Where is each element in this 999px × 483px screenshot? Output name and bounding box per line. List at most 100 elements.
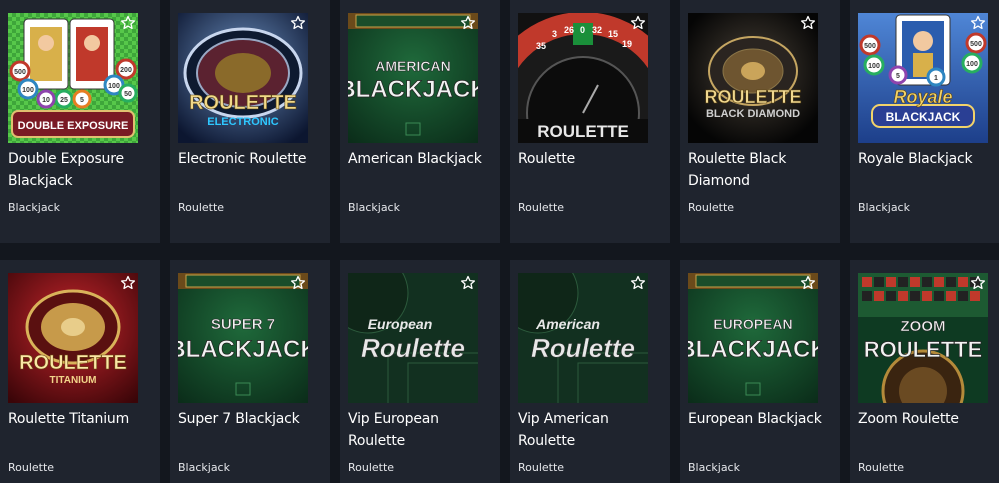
favorite-star-icon[interactable] (120, 275, 136, 291)
game-title[interactable]: American Blackjack (348, 148, 488, 170)
game-thumbnail[interactable]: SUPER 7 BLACKJACK (178, 273, 308, 403)
chip-value: 5 (896, 73, 900, 80)
game-category: Blackjack (348, 201, 400, 214)
game-thumbnail[interactable]: 35 3 26 0 32 15 19 ROULETTE (518, 13, 648, 143)
electronic-roulette-art: ROULETTE ELECTRONIC (178, 13, 308, 143)
chip-value: 500 (970, 41, 982, 48)
game-card-electronic-roulette[interactable]: ROULETTE ELECTRONIC Electronic Roulette … (170, 0, 330, 243)
art-title: DOUBLE EXPOSURE (18, 120, 129, 132)
game-category: Roulette (858, 461, 905, 474)
game-title[interactable]: Roulette Titanium (8, 408, 148, 430)
chip-value: 100 (966, 61, 978, 68)
game-title[interactable]: Zoom Roulette (858, 408, 998, 430)
art-subtitle: BLACK DIAMOND (706, 108, 800, 120)
chip-value: 200 (120, 67, 132, 74)
game-card-zoom-roulette[interactable]: ZOOM ROULETTE Zoom Roulette Roulette (850, 260, 999, 483)
art-title: ROULETTE (705, 87, 802, 107)
art-title: ROULETTE (19, 352, 127, 374)
game-thumbnail[interactable]: ROULETTE BLACK DIAMOND (688, 13, 818, 143)
wheel-number: 15 (608, 29, 618, 39)
game-thumbnail[interactable]: European Roulette (348, 273, 478, 403)
game-thumbnail[interactable]: 500 100 25 10 5 200 100 50 DOUBLE EXPOSU… (8, 13, 138, 143)
game-thumbnail[interactable]: ZOOM ROULETTE (858, 273, 988, 403)
game-thumbnail[interactable]: AMERICAN BLACKJACK (348, 13, 478, 143)
game-category: Blackjack (8, 201, 60, 214)
roulette-black-diamond-art: ROULETTE BLACK DIAMOND (688, 13, 818, 143)
game-title[interactable]: Royale Blackjack (858, 148, 998, 170)
game-category: Roulette (688, 201, 735, 214)
favorite-star-icon[interactable] (630, 275, 646, 291)
wheel-number: 19 (622, 39, 632, 49)
game-card-royale-blackjack[interactable]: 500 100 5 1 500 100 Royale BLACKJACK Roy… (850, 0, 999, 243)
game-card-roulette-titanium[interactable]: ROULETTE TITANIUM Roulette Titanium Roul… (0, 260, 160, 483)
super-7-blackjack-art: SUPER 7 BLACKJACK (178, 273, 308, 403)
game-title[interactable]: Electronic Roulette (178, 148, 318, 170)
european-blackjack-art: EUROPEAN BLACKJACK (688, 273, 818, 403)
favorite-star-icon[interactable] (800, 15, 816, 31)
favorite-star-icon[interactable] (970, 275, 986, 291)
favorite-star-icon[interactable] (460, 15, 476, 31)
game-category: Blackjack (178, 461, 230, 474)
vip-european-roulette-art: European Roulette (348, 273, 478, 403)
chip-value: 1 (934, 75, 938, 82)
favorite-star-icon[interactable] (460, 275, 476, 291)
art-title: SUPER 7 (211, 316, 275, 333)
art-subtitle: ELECTRONIC (207, 116, 279, 128)
game-title[interactable]: Roulette (518, 148, 658, 170)
game-title[interactable]: Vip European Roulette (348, 408, 488, 452)
game-title[interactable]: Vip American Roulette (518, 408, 658, 452)
favorite-star-icon[interactable] (800, 275, 816, 291)
art-subtitle: BLACKJACK (688, 336, 818, 363)
game-category: Roulette (8, 461, 55, 474)
art-subtitle: ROULETTE (864, 337, 983, 362)
american-blackjack-art: AMERICAN BLACKJACK (348, 13, 478, 143)
art-title: ROULETTE (537, 122, 629, 141)
game-title[interactable]: Super 7 Blackjack (178, 408, 318, 430)
favorite-star-icon[interactable] (970, 15, 986, 31)
art-subtitle: TITANIUM (49, 375, 96, 386)
game-card-roulette-black-diamond[interactable]: ROULETTE BLACK DIAMOND Roulette Black Di… (680, 0, 840, 243)
favorite-star-icon[interactable] (630, 15, 646, 31)
chip-value: 50 (124, 91, 132, 98)
game-card-american-blackjack[interactable]: AMERICAN BLACKJACK American Blackjack Bl… (340, 0, 500, 243)
roulette-art: 35 3 26 0 32 15 19 ROULETTE (518, 13, 648, 143)
art-title: ZOOM (901, 318, 946, 335)
game-thumbnail[interactable]: 500 100 5 1 500 100 Royale BLACKJACK (858, 13, 988, 143)
game-thumbnail[interactable]: ROULETTE TITANIUM (8, 273, 138, 403)
art-title: Royale (893, 87, 952, 107)
game-card-european-blackjack[interactable]: EUROPEAN BLACKJACK European Blackjack Bl… (680, 260, 840, 483)
game-thumbnail[interactable]: American Roulette (518, 273, 648, 403)
wheel-number: 35 (536, 41, 546, 51)
game-thumbnail[interactable]: ROULETTE ELECTRONIC (178, 13, 308, 143)
wheel-number: 0 (580, 25, 585, 35)
game-title[interactable]: Double Exposure Blackjack (8, 148, 148, 192)
art-title: European (368, 316, 433, 332)
game-thumbnail[interactable]: EUROPEAN BLACKJACK (688, 273, 818, 403)
chip-value: 100 (868, 63, 880, 70)
chip-value: 500 (864, 43, 876, 50)
game-category: Roulette (518, 201, 565, 214)
game-card-roulette[interactable]: 35 3 26 0 32 15 19 ROULETTE Roulette Rou… (510, 0, 670, 243)
art-title: American (535, 316, 600, 332)
game-category: Roulette (178, 201, 225, 214)
game-category: Roulette (518, 461, 565, 474)
art-title: ROULETTE (189, 92, 297, 114)
favorite-star-icon[interactable] (120, 15, 136, 31)
game-title[interactable]: Roulette Black Diamond (688, 148, 828, 192)
favorite-star-icon[interactable] (290, 15, 306, 31)
chip-value: 100 (22, 87, 34, 94)
game-card-vip-american-roulette[interactable]: American Roulette Vip American Roulette … (510, 260, 670, 483)
game-title[interactable]: European Blackjack (688, 408, 828, 430)
chip-value: 10 (42, 97, 50, 104)
art-title: EUROPEAN (713, 316, 792, 332)
game-card-vip-european-roulette[interactable]: European Roulette Vip European Roulette … (340, 260, 500, 483)
game-card-double-exposure-blackjack[interactable]: 500 100 25 10 5 200 100 50 DOUBLE EXPOSU… (0, 0, 160, 243)
art-title: AMERICAN (375, 58, 450, 74)
game-card-super-7-blackjack[interactable]: SUPER 7 BLACKJACK Super 7 Blackjack Blac… (170, 260, 330, 483)
game-category: Blackjack (688, 461, 740, 474)
art-subtitle: BLACKJACK (178, 336, 308, 363)
wheel-number: 26 (564, 25, 574, 35)
favorite-star-icon[interactable] (290, 275, 306, 291)
chip-value: 500 (14, 69, 26, 76)
art-subtitle: BLACKJACK (886, 110, 961, 124)
